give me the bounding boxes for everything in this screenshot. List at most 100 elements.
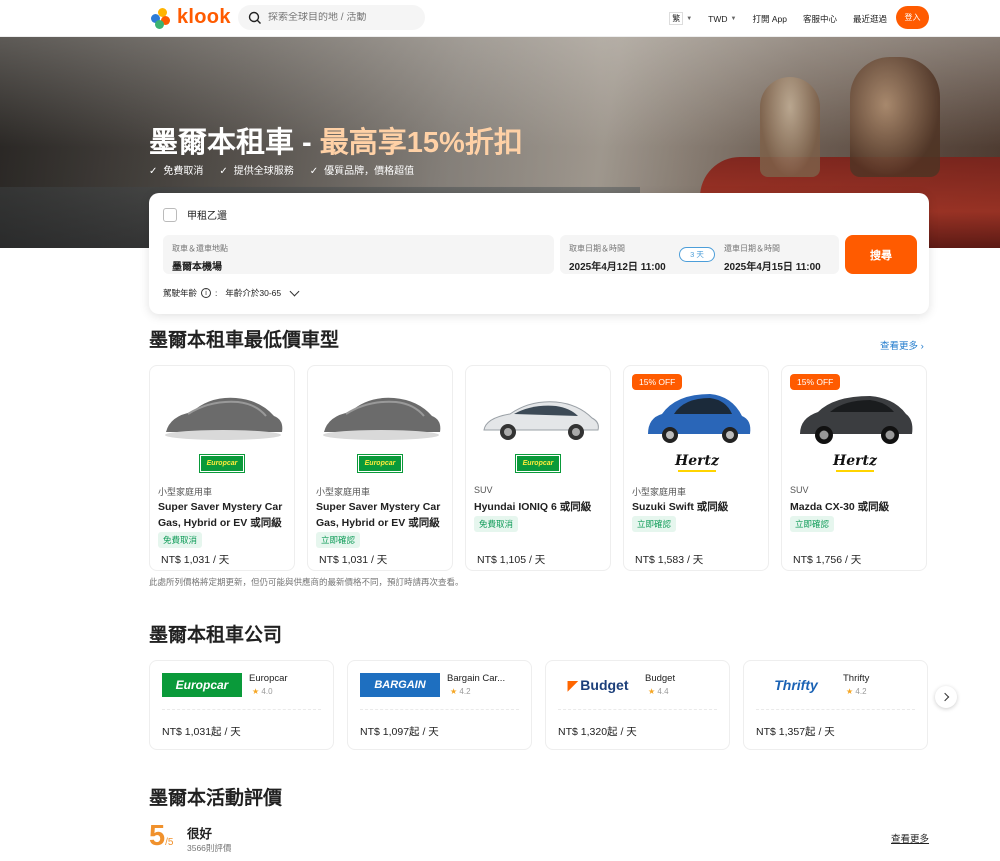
global-search[interactable] (238, 5, 425, 30)
pickup-date[interactable]: 取車日期＆時間 2025年4月12日 11:00 (569, 243, 666, 273)
search-button[interactable]: 搜尋 (845, 235, 917, 274)
login-button[interactable]: 登入 (896, 6, 929, 29)
car-name: Hyundai IONIQ 6 或同級 (474, 501, 592, 513)
car-name: Super Saver Mystery Car Gas, Hybrid or E… (316, 501, 441, 529)
language-label: 繁 (669, 12, 684, 25)
car-image (800, 396, 913, 444)
star-icon: ★ (252, 687, 260, 696)
chevron-down-icon: ▼ (730, 15, 737, 22)
hero-title: 墨爾本租車 - 最高享15%折扣 (149, 127, 523, 159)
oneway-option[interactable]: 甲租乙還 (163, 207, 227, 222)
oneway-label: 甲租乙還 (187, 211, 227, 222)
currency-label: TWD (708, 13, 728, 24)
hero-features: ✓ 免費取消 ✓ 提供全球服務 ✓ 優質品牌，價格超值 (149, 162, 414, 177)
language-selector[interactable]: 繁 ▼ (661, 12, 700, 25)
rental-days-badge: 3 天 (679, 247, 715, 262)
company-price: NT$ 1,320起 / 天 (558, 726, 637, 738)
currency-selector[interactable]: TWD ▼ (700, 14, 744, 24)
car-category: SUV (474, 485, 493, 495)
europcar-logo: Europcar (357, 454, 403, 473)
search-input[interactable] (268, 12, 418, 23)
company-name: Bargain Car... (447, 673, 506, 684)
chevron-down-icon: ▼ (686, 15, 693, 22)
age-value: 年齡介於30-65 (225, 288, 282, 298)
car-category: 小型家庭用車 (316, 487, 371, 497)
company-price: NT$ 1,357起 / 天 (756, 726, 835, 738)
top-nav: 繁 ▼ TWD ▼ 打開 App 客服中心 最近逛過 註冊 (661, 0, 928, 37)
thrifty-logo: Thrifty (774, 677, 818, 693)
review-count: 3566則評價 (187, 843, 232, 853)
car-card[interactable]: Europcar 小型家庭用車 Super Saver Mystery Car … (307, 365, 453, 571)
covered-car-image (165, 397, 283, 440)
nav-open-app[interactable]: 打開 App (744, 13, 795, 25)
car-category: 小型家庭用車 (632, 487, 687, 497)
klook-logo-mark-icon (149, 7, 171, 29)
car-price: NT$ 1,756 / 天 (793, 554, 862, 566)
instant-confirm-tag: 立即確認 (316, 532, 361, 548)
check-icon: ✓ (309, 166, 319, 177)
star-icon: ★ (450, 687, 458, 696)
company-card[interactable]: BARGAIN Bargain Car... ★ 4.2 NT$ 1,097起 … (347, 660, 532, 750)
feature-item: ✓ 優質品牌，價格超值 (309, 166, 415, 177)
free-cancel-tag: 免費取消 (158, 532, 203, 548)
europcar-logo: Europcar (515, 454, 561, 473)
company-rating: ★ 4.2 (450, 687, 471, 696)
top-header: klook 繁 ▼ TWD ▼ 打開 App 客服中心 最近逛過 註冊 登入 (0, 0, 1000, 37)
car-price: NT$ 1,583 / 天 (635, 554, 704, 566)
info-icon[interactable]: i (201, 288, 212, 298)
company-card[interactable]: Thrifty Thrifty ★ 4.2 NT$ 1,357起 / 天 (743, 660, 928, 750)
carousel-next-button[interactable] (935, 686, 957, 708)
driver-age-selector[interactable]: 駕駛年齡 i : 年齡介於30-65 (163, 286, 300, 299)
see-more-cars-link[interactable]: 查看更多 › (880, 338, 924, 352)
check-icon: ✓ (219, 166, 228, 177)
date-range-field[interactable]: 取車日期＆時間 2025年4月12日 11:00 3 天 還車日期＆時間 202… (560, 235, 839, 274)
feature-item: ✓ 提供全球服務 (219, 166, 294, 177)
budget-logo: ◤ Budget (567, 676, 629, 694)
review-score: 5/5 (149, 820, 174, 852)
car-category: 小型家庭用車 (158, 487, 213, 497)
see-more-reviews-link[interactable]: 查看更多 (891, 831, 929, 845)
company-name: Thrifty (843, 673, 870, 684)
company-rating: ★ 4.2 (846, 687, 867, 696)
nav-help-center[interactable]: 客服中心 (795, 13, 845, 25)
location-field[interactable]: 取車＆還車地點 墨爾本機場 (163, 235, 554, 274)
instant-confirm-tag: 立即確認 (790, 516, 835, 532)
search-icon (248, 11, 261, 24)
nav-recently-viewed[interactable]: 最近逛過 (845, 13, 895, 25)
company-card[interactable]: ◤ Budget Budget ★ 4.4 NT$ 1,320起 / 天 (545, 660, 730, 750)
car-card[interactable]: Europcar 小型家庭用車 Super Saver Mystery Car … (149, 365, 295, 571)
star-icon: ★ (648, 687, 656, 696)
company-rating: ★ 4.4 (648, 687, 669, 696)
reviews-title: 墨爾本活動評價 (149, 788, 283, 809)
car-price: NT$ 1,105 / 天 (477, 554, 546, 566)
company-card[interactable]: Europcar Europcar ★ 4.0 NT$ 1,031起 / 天 (149, 660, 334, 750)
company-rating: ★ 4.0 (252, 687, 273, 696)
klook-logo[interactable]: klook (149, 6, 231, 29)
chevron-down-icon (289, 286, 300, 296)
star-icon: ★ (846, 687, 854, 696)
chevron-right-icon (940, 692, 950, 702)
europcar-logo: Europcar (199, 454, 245, 473)
car-price: NT$ 1,031 / 天 (319, 554, 388, 566)
hero-title-highlight: 最高享15%折扣 (319, 127, 523, 159)
car-card[interactable]: 15% OFF Hertz 小型家庭用車 Suzuki Swift 或同級 立即… (623, 365, 769, 571)
chevron-right-icon: › (920, 341, 924, 352)
company-name: Budget (645, 673, 676, 684)
car-card[interactable]: 15% OFF Hertz SUV Mazda CX-30 或同級 立即確認 N… (781, 365, 927, 571)
hertz-logo: Hertz (826, 453, 884, 473)
company-price: NT$ 1,097起 / 天 (360, 726, 439, 738)
return-date[interactable]: 還車日期＆時間 2025年4月15日 11:00 (724, 243, 821, 273)
car-name: Super Saver Mystery Car Gas, Hybrid or E… (158, 501, 283, 529)
instant-confirm-tag: 立即確認 (632, 516, 677, 532)
car-card[interactable]: Europcar SUV Hyundai IONIQ 6 或同級 免費取消 NT… (465, 365, 611, 571)
car-name: Mazda CX-30 或同級 (790, 501, 890, 513)
discount-badge: 15% OFF (790, 374, 841, 390)
free-cancel-tag: 免費取消 (474, 516, 519, 532)
car-image (483, 401, 599, 440)
europcar-logo: Europcar (162, 673, 242, 697)
logo-text: klook (177, 6, 231, 28)
oneway-checkbox[interactable] (163, 207, 177, 222)
covered-car-image (323, 397, 441, 440)
price-disclaimer: 此處所列價格將定期更新，但仍可能與供應商的最新價格不同，預訂時請再次查看。 (149, 577, 464, 587)
hertz-logo: Hertz (668, 453, 726, 473)
